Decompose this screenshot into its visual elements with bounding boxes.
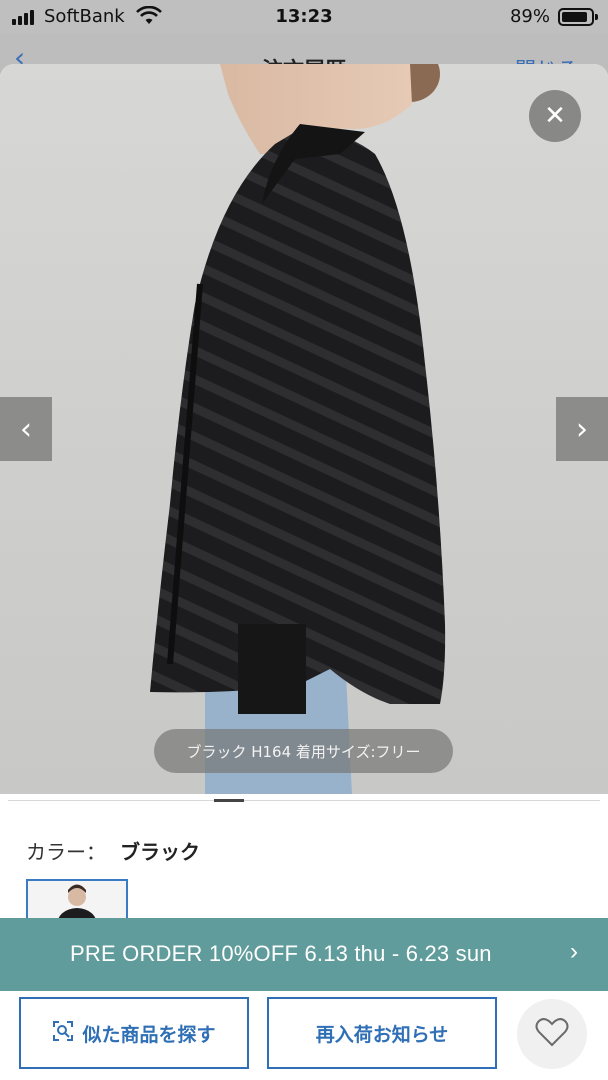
image-indicator-track — [8, 800, 600, 801]
chevron-right-icon: › — [570, 938, 578, 965]
restock-notify-button[interactable]: 再入荷お知らせ — [267, 997, 497, 1069]
color-label: カラー： — [26, 840, 106, 864]
image-caption: ブラック H164 着用サイズ:フリー — [154, 729, 453, 773]
chevron-right-icon: › — [576, 411, 588, 447]
image-indicator-active — [214, 799, 244, 802]
heart-icon — [535, 1017, 569, 1051]
restock-label: 再入荷お知らせ — [315, 1023, 449, 1046]
find-similar-label: 似た商品を探す — [82, 1023, 216, 1046]
image-search-icon — [52, 1020, 74, 1047]
close-icon: ✕ — [544, 101, 566, 131]
previous-image-button[interactable]: ‹ — [0, 397, 52, 461]
next-image-button[interactable]: › — [556, 397, 608, 461]
chevron-left-icon: ‹ — [20, 411, 32, 447]
pre-order-promo-banner[interactable]: PRE ORDER 10%OFF 6.13 thu - 6.23 sun › — [0, 918, 608, 991]
favorite-button[interactable] — [517, 999, 587, 1069]
bottom-action-bar: 似た商品を探す 再入荷お知らせ — [0, 991, 608, 1080]
screen: SoftBank 13:23 89% ‹ 注文履歴 閉じる — [0, 0, 608, 1080]
product-photo[interactable]: ✕ ‹ › ブラック H164 着用サイズ:フリー — [0, 64, 608, 794]
product-image-modal: ✕ ‹ › ブラック H164 着用サイズ:フリー カラー： ブラック PRE O… — [0, 64, 608, 1080]
battery-percent: 89% — [509, 6, 550, 27]
status-bar: SoftBank 13:23 89% — [0, 0, 608, 34]
promo-text: PRE ORDER 10%OFF 6.13 thu - 6.23 sun — [70, 941, 492, 966]
color-value: ブラック — [120, 840, 200, 864]
close-button[interactable]: ✕ — [529, 90, 581, 142]
battery-icon — [558, 8, 598, 26]
find-similar-button[interactable]: 似た商品を探す — [19, 997, 249, 1069]
color-row: カラー： ブラック — [26, 836, 200, 865]
model-wearing-black-blouse-image — [150, 64, 446, 794]
